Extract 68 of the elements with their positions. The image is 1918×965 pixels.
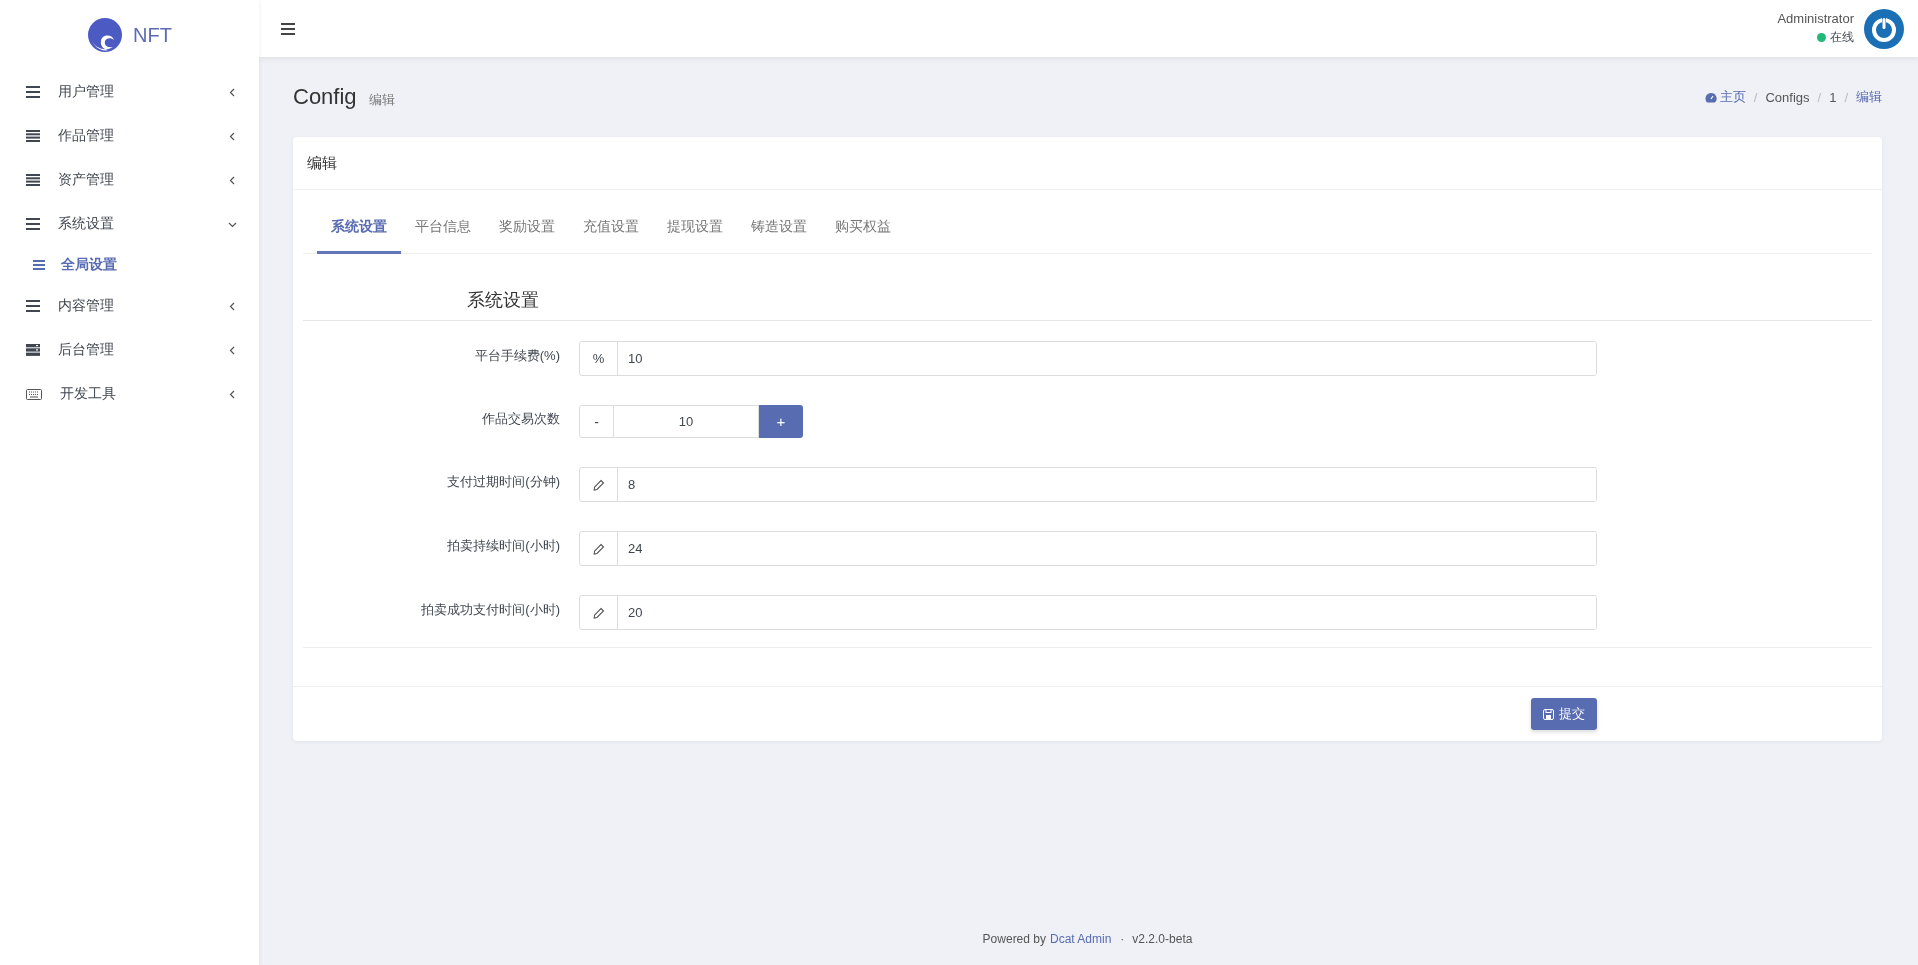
tab[interactable]: 提现设置	[653, 202, 737, 254]
tab[interactable]: 奖励设置	[485, 202, 569, 254]
field-label: 作品交易次数	[481, 409, 561, 428]
breadcrumb-link[interactable]: 主页	[1719, 88, 1746, 106]
sidebar-item[interactable]: 作品管理	[0, 114, 259, 158]
server-icon	[26, 344, 40, 356]
decrement-button[interactable]: -	[579, 405, 614, 438]
menu-icon	[26, 86, 40, 98]
breadcrumb-separator: /	[1817, 89, 1822, 105]
chevron-left-icon	[228, 389, 237, 399]
number-input[interactable]: 10	[614, 405, 759, 438]
status-text: 在线	[1830, 29, 1854, 46]
pencil-icon	[592, 542, 605, 555]
section-title: 系统设置	[303, 254, 1872, 321]
menu-icon	[26, 300, 40, 312]
tab[interactable]: 购买权益	[821, 202, 905, 254]
menu-icon	[26, 130, 40, 142]
footer-separator: ·	[1120, 932, 1125, 946]
sidebar-item[interactable]: 系统设置	[0, 202, 259, 246]
submit-button[interactable]: 提交	[1531, 698, 1597, 730]
sidebar-item[interactable]: 资产管理	[0, 158, 259, 202]
input-field[interactable]: 8	[579, 467, 1597, 502]
menu-icon	[26, 174, 40, 186]
page-subtitle: 编辑	[368, 91, 395, 109]
page-title: Config	[293, 84, 357, 110]
dashboard-icon	[1704, 91, 1717, 103]
field-label: 拍卖持续时间(小时)	[446, 536, 561, 555]
chevron-left-icon	[228, 87, 237, 97]
breadcrumb-separator: /	[1753, 89, 1758, 105]
sidebar-item[interactable]: 内容管理	[0, 284, 259, 328]
sidebar-item[interactable]: 用户管理	[0, 70, 259, 114]
input-field[interactable]: % 10	[579, 341, 1597, 376]
chevron-left-icon	[228, 345, 237, 355]
breadcrumb-link[interactable]: 编辑	[1856, 88, 1882, 106]
footer-text: Powered by	[982, 932, 1046, 946]
breadcrumb-link[interactable]: Configs	[1765, 89, 1810, 105]
sidebar-item[interactable]: 开发工具	[0, 372, 259, 416]
tab[interactable]: 系统设置	[317, 202, 401, 254]
tab[interactable]: 充值设置	[569, 202, 653, 254]
keyboard-icon	[26, 388, 42, 400]
tab[interactable]: 平台信息	[401, 202, 485, 254]
sidebar-subitem[interactable]: 全局设置	[0, 246, 259, 284]
input-field[interactable]: 20	[579, 595, 1597, 630]
card-title: 编辑	[293, 137, 1882, 190]
field-label: 支付过期时间(分钟)	[446, 472, 561, 491]
input-field[interactable]: 24	[579, 531, 1597, 566]
logo-text: NFT	[133, 23, 172, 47]
field-label: 平台手续费(%)	[473, 346, 561, 365]
increment-button[interactable]: +	[759, 405, 803, 438]
pencil-icon	[592, 606, 605, 619]
breadcrumb-link[interactable]: 1	[1829, 89, 1837, 105]
version-text: v2.2.0-beta	[1132, 932, 1193, 946]
breadcrumb-separator: /	[1844, 89, 1848, 105]
menu-icon	[26, 218, 40, 230]
avatar-icon[interactable]	[1864, 8, 1904, 49]
chevron-left-icon	[228, 175, 237, 185]
tab[interactable]: 铸造设置	[737, 202, 821, 254]
user-name: Administrator	[1777, 11, 1854, 26]
pencil-icon	[592, 478, 605, 491]
chevron-left-icon	[228, 301, 237, 311]
logo-icon	[87, 17, 124, 53]
footer-link[interactable]: Dcat Admin	[1050, 932, 1112, 946]
menu-icon[interactable]	[281, 22, 295, 35]
sidebar-item[interactable]: 后台管理	[0, 328, 259, 372]
save-icon	[1543, 708, 1554, 720]
menu-icon	[33, 260, 45, 270]
field-label: 拍卖成功支付时间(小时)	[420, 600, 561, 619]
chevron-left-icon	[228, 131, 237, 141]
